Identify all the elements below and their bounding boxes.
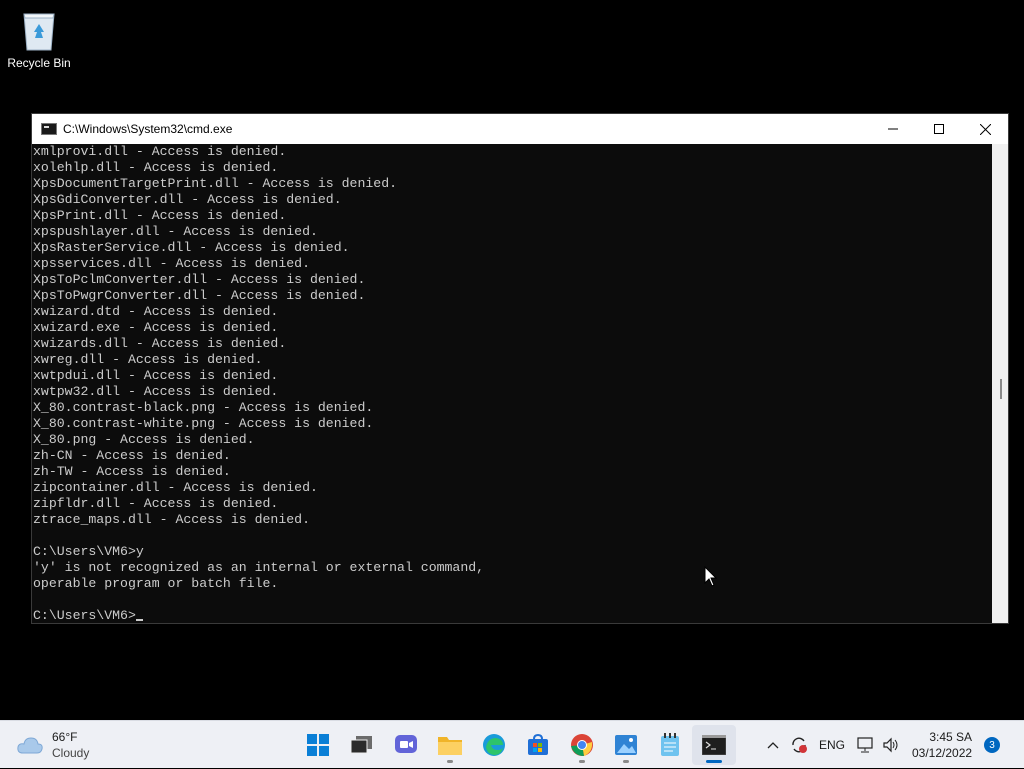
console-prompt: C:\Users\VM6>	[33, 608, 136, 623]
console-line: XpsDocumentTargetPrint.dll - Access is d…	[33, 176, 398, 191]
console-line: XpsToPwgrConverter.dll - Access is denie…	[33, 288, 366, 303]
volume-button[interactable]	[878, 721, 904, 769]
mouse-pointer-icon	[704, 565, 718, 593]
clock[interactable]: 3:45 SA 03/12/2022	[912, 729, 972, 761]
notification-badge[interactable]: 3	[984, 737, 1001, 753]
console-line: XpsRasterService.dll - Access is denied.	[33, 240, 350, 255]
console-prompt-line[interactable]: C:\Users\VM6>	[33, 608, 992, 623]
store-button[interactable]	[516, 725, 560, 765]
console-line: xwtpw32.dll - Access is denied.	[33, 384, 279, 399]
scrollbar-thumb[interactable]	[1000, 379, 1002, 399]
file-explorer-button[interactable]	[428, 725, 472, 765]
volume-icon	[883, 737, 898, 753]
task-view-icon	[351, 736, 372, 754]
minimize-icon	[888, 128, 898, 130]
text-cursor	[135, 619, 143, 621]
vertical-scrollbar[interactable]	[992, 144, 1008, 623]
console-line: zipcontainer.dll - Access is denied.	[33, 480, 318, 495]
console-line: xolehlp.dll - Access is denied.	[33, 160, 279, 175]
system-tray: ENG 3:45 SA 03/12/2022 3	[760, 721, 1001, 769]
active-indicator	[706, 760, 722, 763]
photos-icon	[615, 735, 637, 755]
console-line: xpspushlayer.dll - Access is denied.	[33, 224, 318, 239]
terminal-button[interactable]	[692, 725, 736, 765]
console-line: xmlprovi.dll - Access is denied.	[33, 144, 287, 159]
weather-condition: Cloudy	[52, 746, 90, 760]
running-indicator	[623, 760, 629, 763]
console-output[interactable]: xmlprovi.dll - Access is denied. xolehlp.…	[32, 144, 992, 623]
chevron-up-icon	[767, 742, 779, 749]
recycle-bin-icon	[20, 8, 58, 52]
clock-date: 03/12/2022	[912, 746, 973, 760]
running-indicator	[579, 760, 585, 763]
taskbar: 66°F Cloudy ENG 3:45 SA 03/12/2022 3	[0, 720, 1024, 768]
recycle-bin-shortcut[interactable]: Recycle Bin	[4, 6, 74, 70]
window-titlebar[interactable]: C:\Windows\System32\cmd.exe	[32, 114, 1008, 144]
weather-widget[interactable]: 66°F Cloudy	[16, 729, 89, 761]
chat-icon	[395, 735, 417, 753]
console-line: X_80.contrast-black.png - Access is deni…	[33, 400, 374, 415]
console-line: XpsToPclmConverter.dll - Access is denie…	[33, 272, 366, 287]
maximize-icon	[934, 124, 944, 134]
cloud-icon	[16, 735, 44, 755]
notepad-button[interactable]	[648, 725, 692, 765]
maximize-button[interactable]	[916, 114, 962, 144]
cmd-app-icon	[41, 123, 57, 135]
console-line: X_80.contrast-white.png - Access is deni…	[33, 416, 374, 431]
network-icon	[857, 737, 873, 753]
language-indicator[interactable]: ENG	[812, 721, 852, 769]
store-icon	[528, 734, 548, 755]
cmd-window[interactable]: C:\Windows\System32\cmd.exe xmlprovi.dll…	[31, 113, 1009, 624]
console-line: zh-CN - Access is denied.	[33, 448, 231, 463]
sync-status-button[interactable]	[786, 721, 812, 769]
console-line: xpsservices.dll - Access is denied.	[33, 256, 310, 271]
console-line: 'y' is not recognized as an internal or …	[33, 560, 485, 575]
weather-temperature: 66°F	[52, 730, 78, 744]
sync-error-icon	[792, 737, 807, 753]
console-line: X_80.png - Access is denied.	[33, 432, 255, 447]
console-line: operable program or batch file.	[33, 576, 279, 591]
chrome-icon	[571, 734, 593, 756]
console-line: xwtpdui.dll - Access is denied.	[33, 368, 279, 383]
close-button[interactable]	[962, 114, 1008, 144]
console-line: xwizard.dtd - Access is denied.	[33, 304, 279, 319]
start-button[interactable]	[296, 725, 340, 765]
console-line: zh-TW - Access is denied.	[33, 464, 231, 479]
console-line: XpsPrint.dll - Access is denied.	[33, 208, 287, 223]
show-hidden-icons-button[interactable]	[760, 721, 786, 769]
task-view-button[interactable]	[340, 725, 384, 765]
console-line: zipfldr.dll - Access is denied.	[33, 496, 279, 511]
console-line: xwizards.dll - Access is denied.	[33, 336, 287, 351]
console-line: C:\Users\VM6>y	[33, 544, 144, 559]
photos-button[interactable]	[604, 725, 648, 765]
console-line: ztrace_maps.dll - Access is denied.	[33, 512, 310, 527]
console-line: xwreg.dll - Access is denied.	[33, 352, 263, 367]
start-icon	[307, 734, 329, 756]
network-button[interactable]	[852, 721, 878, 769]
clock-time: 3:45 SA	[929, 730, 973, 744]
window-title: C:\Windows\System32\cmd.exe	[63, 122, 233, 136]
edge-button[interactable]	[472, 725, 516, 765]
minimize-button[interactable]	[870, 114, 916, 144]
console-line: XpsGdiConverter.dll - Access is denied.	[33, 192, 342, 207]
close-icon	[979, 123, 991, 135]
chrome-button[interactable]	[560, 725, 604, 765]
file-explorer-icon	[438, 737, 462, 755]
notepad-icon	[661, 733, 679, 756]
chat-button[interactable]	[384, 725, 428, 765]
edge-icon	[483, 734, 505, 756]
taskbar-apps	[296, 725, 736, 765]
running-indicator	[447, 760, 453, 763]
recycle-bin-label: Recycle Bin	[7, 56, 71, 70]
console-line: xwizard.exe - Access is denied.	[33, 320, 279, 335]
terminal-icon	[702, 735, 726, 755]
